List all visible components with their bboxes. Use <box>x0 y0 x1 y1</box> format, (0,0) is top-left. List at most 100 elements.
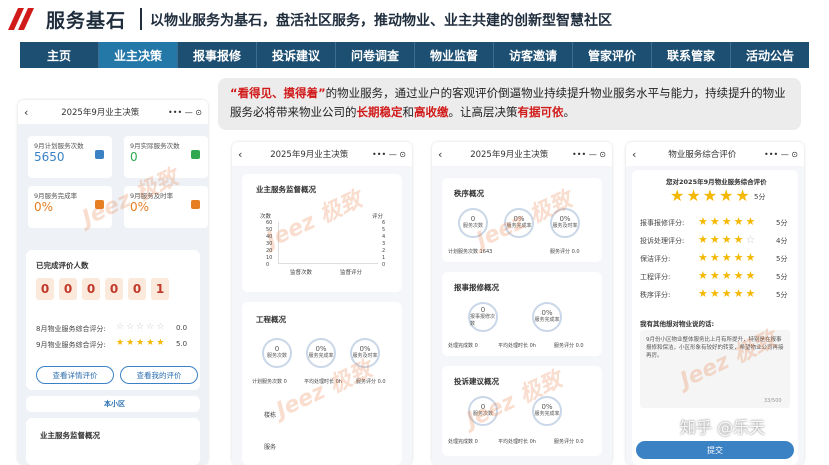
submit-button[interactable]: 提交 <box>636 441 794 459</box>
phone-titlebar: ‹ 物业服务综合评价 ••• — ⊙ <box>626 142 804 166</box>
star-icon[interactable]: ★ <box>722 251 732 264</box>
complaint-stat: 平均处理时长 0h <box>498 439 536 445</box>
stat-label: 9月实际服务次数 <box>130 142 180 150</box>
item-stars[interactable]: ★ ★ ★ ★ ★ <box>698 215 755 228</box>
order-title: 秩序概况 <box>454 189 484 198</box>
item-stars[interactable]: ★ ★ ★ ★ ☆ <box>698 233 755 246</box>
star-icon[interactable]: ★ <box>670 186 684 205</box>
view-detail-button[interactable]: 查看详情评价 <box>36 366 114 384</box>
stat-value: 5650 <box>34 150 65 164</box>
x-label: 监督评分 <box>340 270 363 276</box>
item-score: 4分 <box>776 237 788 245</box>
star-icon[interactable]: ★ <box>710 269 720 282</box>
capsule-menu[interactable]: ••• — ⊙ <box>764 150 798 159</box>
star-icon[interactable]: ★ <box>746 287 756 300</box>
star-icon[interactable]: ☆ <box>746 233 756 246</box>
nav-repair-report[interactable]: 报事报修 <box>178 42 257 68</box>
stat-circle: 0 报事报修次数 <box>468 302 498 332</box>
circle-label: 服务完成率 <box>308 353 334 359</box>
star-icon[interactable]: ★ <box>734 269 744 282</box>
star-icon[interactable]: ★ <box>722 269 732 282</box>
nav-complaints[interactable]: 投诉建议 <box>257 42 336 68</box>
nav-contact-steward[interactable]: 联系管家 <box>652 42 731 68</box>
y-tick-right: 6 <box>382 220 386 226</box>
back-icon[interactable]: ‹ <box>24 106 28 119</box>
stat-circle: 0 服务次数 <box>468 396 498 426</box>
star-icon[interactable]: ★ <box>722 287 732 300</box>
phone-titlebar: ‹ 2025年9月业主决策 ••• — ⊙ <box>432 142 612 166</box>
order-stat: 计划服务次数 1643 <box>448 249 493 255</box>
star-icon[interactable]: ★ <box>698 287 708 300</box>
star-icon: ☆ <box>156 322 165 332</box>
check-icon <box>191 150 200 159</box>
star-icon[interactable]: ★ <box>698 233 708 246</box>
circle-label: 服务及时率 <box>352 353 378 359</box>
item-stars[interactable]: ★ ★ ★ ★ ★ <box>698 251 755 264</box>
capsule-menu[interactable]: ••• — ⊙ <box>168 108 202 117</box>
star-icon: ★ <box>116 338 125 348</box>
star-icon[interactable]: ★ <box>746 251 756 264</box>
star-icon[interactable]: ★ <box>710 233 720 246</box>
star-icon: ★ <box>146 338 155 348</box>
comment-textarea[interactable]: 9月份小区物业整体服务比上月有所提升，特别是在报事报修和保洁，小区形象有较好的转… <box>640 330 790 408</box>
star-icon[interactable]: ★ <box>698 251 708 264</box>
y-tick-right: 1 <box>382 255 386 261</box>
circle-value: 0% <box>541 403 553 411</box>
capsule-menu[interactable]: ••• — ⊙ <box>372 150 406 159</box>
star-icon[interactable]: ★ <box>710 251 720 264</box>
community-label[interactable]: 本小区 <box>104 399 125 409</box>
item-stars[interactable]: ★ ★ ★ ★ ★ <box>698 269 755 282</box>
work-stat: 计划服务次数 0 <box>252 379 287 385</box>
back-icon[interactable]: ‹ <box>438 148 442 161</box>
item-label: 投诉处理评分: <box>640 237 685 245</box>
repair-stat: 处理完成数 0 <box>448 343 478 349</box>
star-icon[interactable]: ★ <box>710 215 720 228</box>
star-icon[interactable]: ★ <box>734 251 744 264</box>
item-label: 工程评分: <box>640 273 671 281</box>
star-icon[interactable]: ★ <box>686 186 700 205</box>
quote-text-4: 。 <box>563 105 576 119</box>
nav-announcements[interactable]: 活动公告 <box>731 42 809 68</box>
nav-supervision[interactable]: 物业监督 <box>415 42 494 68</box>
view-mine-button[interactable]: 查看我的评价 <box>120 366 198 384</box>
star-icon[interactable]: ★ <box>698 215 708 228</box>
star-icon[interactable]: ★ <box>734 233 744 246</box>
nav-survey[interactable]: 问卷调查 <box>336 42 415 68</box>
item-stars[interactable]: ★ ★ ★ ★ ★ <box>698 287 755 300</box>
y-tick-left: 30 <box>266 241 273 247</box>
star-icon[interactable]: ★ <box>735 186 749 205</box>
star-icon[interactable]: ★ <box>734 215 744 228</box>
stat-value: 0% <box>130 200 150 214</box>
work-stat: 平均处理时长 0h <box>304 379 342 385</box>
star-icon[interactable]: ★ <box>719 186 733 205</box>
capsule-menu[interactable]: ••• — ⊙ <box>572 150 606 159</box>
star-icon[interactable]: ★ <box>698 269 708 282</box>
stat-completion: 9月服务完成率 0% <box>28 186 112 228</box>
stat-label: 9月服务及时率 <box>130 192 174 200</box>
header: 服务基石 以物业服务为基石，盘活社区服务，推动物业、业主共建的创新型智慧社区 <box>0 0 829 40</box>
star-icon[interactable]: ★ <box>746 269 756 282</box>
phone-title: 2025年9月业主决策 <box>61 108 140 118</box>
nav-home[interactable]: 主页 <box>20 42 99 68</box>
complaint-stat: 服务评分 0.0 <box>554 439 584 445</box>
star-icon: ☆ <box>146 322 155 332</box>
nav-owner-decision[interactable]: 业主决策 <box>99 42 178 68</box>
y-tick-right: 4 <box>382 234 386 240</box>
circle-label: 服务完成率 <box>534 411 560 417</box>
nav-visitor[interactable]: 访客邀请 <box>494 42 573 68</box>
star-rating-sep: ★ ★ ★ ★ ★ <box>116 338 164 348</box>
star-icon[interactable]: ★ <box>734 287 744 300</box>
circle-value: 0% <box>359 345 371 353</box>
overall-stars[interactable]: ★ ★ ★ ★ ★ <box>670 186 750 205</box>
star-icon[interactable]: ★ <box>722 215 732 228</box>
star-icon[interactable]: ★ <box>710 287 720 300</box>
star-icon[interactable]: ★ <box>722 233 732 246</box>
stat-timely: 9月服务及时率 0% <box>124 186 208 228</box>
stat-label: 9月服务完成率 <box>34 192 78 200</box>
star-icon[interactable]: ★ <box>703 186 717 205</box>
back-icon[interactable]: ‹ <box>238 148 242 161</box>
back-icon[interactable]: ‹ <box>632 148 636 161</box>
star-icon[interactable]: ★ <box>746 215 756 228</box>
circle-label: 服务完成率 <box>534 317 560 323</box>
nav-steward-rating[interactable]: 管家评价 <box>573 42 652 68</box>
